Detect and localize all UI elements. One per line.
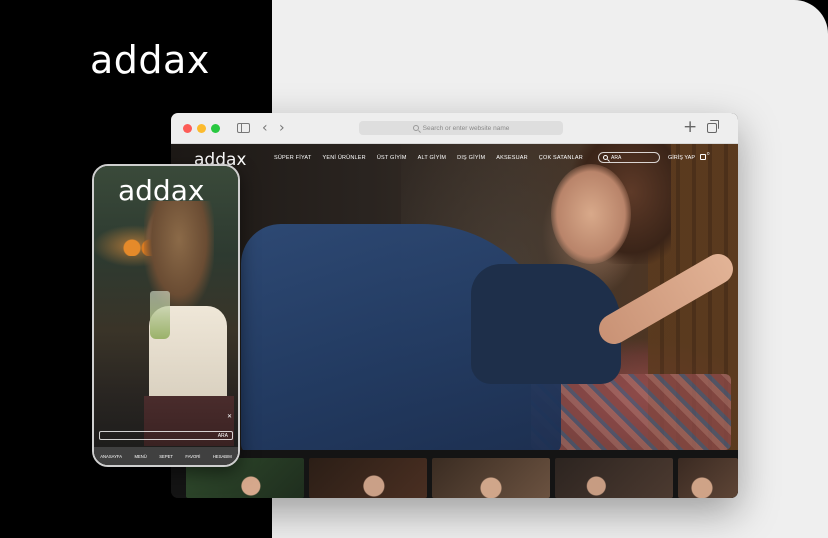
nav-item-cok-satanlar[interactable]: ÇOK SATANLAR [539,155,583,161]
plus-icon[interactable]: + [683,118,697,136]
mobile-hero-image: addax ✕ ARA ANASAYFA MENÜ SEPET FAVORİ H… [94,166,238,465]
mobile-bottom-nav: ANASAYFA MENÜ SEPET FAVORİ HESABIM [94,447,238,465]
browser-window: ‹ › Search or enter website name + addax… [171,113,738,498]
product-thumbnail-strip [171,450,738,498]
login-link[interactable]: GİRİŞ YAP [668,155,695,161]
mobile-nav-sepet[interactable]: SEPET [159,454,173,459]
browser-toolbar: ‹ › Search or enter website name + [171,113,738,144]
back-arrow-icon[interactable]: ‹ [262,120,268,136]
nav-item-super-fiyat[interactable]: SÜPER FİYAT [274,155,311,161]
product-thumbnail[interactable] [432,458,550,498]
cart-icon[interactable] [700,154,706,160]
nav-item-ust-giyim[interactable]: ÜST GİYİM [377,155,407,161]
minimize-window-button[interactable] [197,124,206,133]
search-icon [603,155,608,160]
website-viewport: addax SÜPER FİYAT YENİ ÜRÜNLER ÜST GİYİM… [171,144,738,498]
tabs-icon[interactable] [707,120,719,133]
close-window-button[interactable] [183,124,192,133]
address-bar[interactable]: Search or enter website name [359,121,563,135]
nav-item-alt-giyim[interactable]: ALT GİYİM [418,155,447,161]
mobile-site-logo[interactable]: addax [118,174,204,207]
cart-count-badge: 0 [707,151,710,156]
nav-item-yeni-urunler[interactable]: YENİ ÜRÜNLER [322,155,365,161]
mobile-nav-menu[interactable]: MENÜ [134,454,146,459]
hero-image: addax SÜPER FİYAT YENİ ÜRÜNLER ÜST GİYİM… [171,144,738,450]
mobile-search-label: ARA [217,433,228,439]
product-thumbnail[interactable] [678,458,738,498]
product-thumbnail[interactable] [309,458,427,498]
brand-logo: addax [90,38,210,82]
maximize-window-button[interactable] [211,124,220,133]
nav-item-dis-giyim[interactable]: DIŞ GİYİM [457,155,485,161]
product-thumbnail[interactable] [555,458,673,498]
site-search-label: ARA [611,154,622,161]
site-main-nav: SÜPER FİYAT YENİ ÜRÜNLER ÜST GİYİM ALT G… [274,155,583,161]
mobile-nav-favori[interactable]: FAVORİ [185,454,200,459]
forward-arrow-icon[interactable]: › [279,120,285,136]
mobile-nav-hesabim[interactable]: HESABIM [213,454,232,459]
search-icon [412,125,419,131]
nav-item-aksesuar[interactable]: AKSESUAR [496,155,528,161]
mobile-nav-anasayfa[interactable]: ANASAYFA [100,454,122,459]
sidebar-icon[interactable] [237,123,250,133]
close-icon[interactable]: ✕ [227,413,232,420]
address-placeholder: Search or enter website name [422,124,510,132]
site-search-input[interactable]: ARA [598,152,660,163]
mobile-phone-mockup: addax ✕ ARA ANASAYFA MENÜ SEPET FAVORİ H… [92,164,240,467]
mobile-search-input[interactable]: ARA [99,431,233,440]
